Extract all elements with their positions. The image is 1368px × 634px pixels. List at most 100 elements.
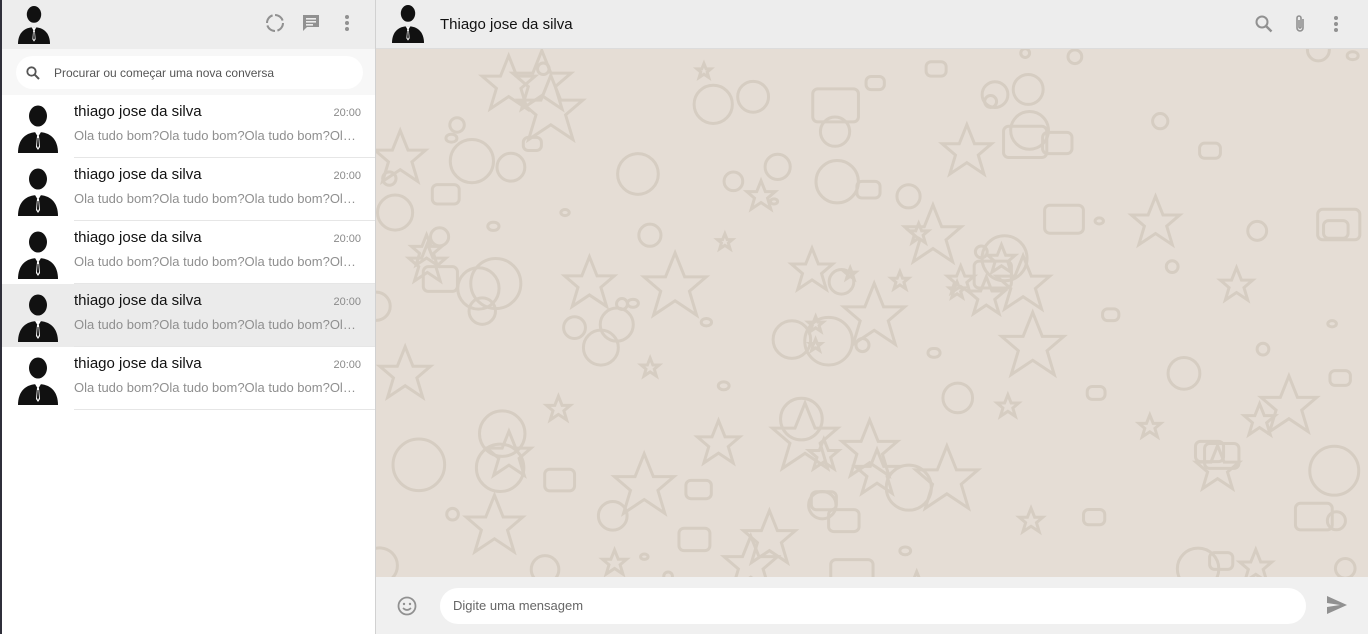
wallpaper-doodle — [391, 437, 447, 493]
wallpaper-doodle — [1345, 50, 1360, 62]
wallpaper-doodle — [855, 179, 882, 200]
wallpaper-doodle — [983, 240, 1020, 276]
wallpaper-doodle — [1043, 203, 1085, 235]
wallpaper-doodle — [814, 159, 860, 205]
wallpaper-doodle — [598, 306, 635, 343]
wallpaper-doodle — [445, 506, 460, 522]
user-avatar[interactable] — [16, 4, 52, 44]
chat-avatar — [16, 103, 60, 153]
wallpaper-doodle — [716, 380, 731, 392]
wallpaper-doodle — [1255, 341, 1271, 357]
wallpaper-doodle — [430, 183, 461, 206]
wallpaper-doodle — [742, 176, 780, 213]
emoji-icon[interactable] — [396, 595, 418, 617]
chat-time: 20:00 — [333, 296, 361, 308]
search-icon — [26, 65, 42, 81]
wallpaper-doodle — [598, 545, 631, 577]
search-box[interactable] — [16, 56, 363, 89]
wallpaper-doodle — [763, 152, 792, 181]
search-icon[interactable] — [1254, 13, 1274, 35]
wallpaper-doodle — [616, 152, 660, 196]
wallpaper-doodle — [1328, 369, 1352, 387]
attach-icon[interactable] — [1290, 13, 1310, 35]
wallpaper-doodle — [542, 392, 575, 424]
contact-avatar[interactable] — [390, 3, 426, 43]
wallpaper-doodle — [662, 570, 674, 577]
wallpaper-doodle — [376, 342, 435, 401]
menu-icon[interactable] — [337, 12, 357, 34]
chat-list-item[interactable]: thiago jose da silva 20:00 Ola tudo bom?… — [2, 221, 375, 284]
wallpaper-doodle — [1305, 49, 1331, 63]
wallpaper-doodle — [887, 267, 913, 293]
chat-list-item[interactable]: thiago jose da silva 20:00 Ola tudo bom?… — [2, 158, 375, 221]
chat-list-item[interactable]: thiago jose da silva 20:00 Ola tudo bom?… — [2, 347, 375, 410]
menu-icon[interactable] — [1326, 13, 1346, 35]
message-composer — [376, 577, 1368, 634]
wallpaper-doodle — [895, 183, 922, 210]
wallpaper-doodle — [997, 308, 1068, 379]
wallpaper-doodle — [938, 120, 996, 178]
wallpaper-doodle — [1134, 410, 1165, 441]
chat-name: thiago jose da silva — [74, 103, 202, 120]
wallpaper-doodle — [559, 208, 571, 218]
wallpaper-doodle — [637, 222, 663, 248]
search-input[interactable] — [54, 65, 353, 80]
wallpaper-doodle — [992, 251, 1054, 313]
contact-name[interactable]: Thiago jose da silva — [440, 16, 573, 33]
status-icon[interactable] — [265, 12, 285, 34]
wallpaper-doodle — [736, 79, 771, 114]
wallpaper-doodle — [1198, 141, 1222, 160]
app-window: thiago jose da silva 20:00 Ola tudo bom?… — [2, 0, 1368, 634]
conversation-header: Thiago jose da silva — [376, 0, 1368, 49]
sidebar-header — [2, 0, 375, 49]
chat-list-item[interactable]: thiago jose da silva 20:00 Ola tudo bom?… — [2, 95, 375, 158]
chat-info: thiago jose da silva 20:00 Ola tudo bom?… — [74, 95, 375, 158]
wallpaper-doodle — [639, 552, 650, 561]
wallpaper-doodle — [1293, 501, 1334, 532]
wallpaper-doodle — [486, 220, 501, 232]
chat-info: thiago jose da silva 20:00 Ola tudo bom?… — [74, 221, 375, 284]
chat-name: thiago jose da silva — [74, 292, 202, 309]
new-chat-icon[interactable] — [301, 12, 321, 34]
wallpaper-doodle — [1257, 371, 1321, 436]
wallpaper-doodle — [898, 545, 913, 557]
wallpaper-doodle — [429, 226, 451, 248]
chat-avatar — [16, 355, 60, 405]
wallpaper-doodle — [462, 491, 527, 556]
wallpaper-doodle — [562, 315, 587, 341]
wallpaper-doodle — [692, 83, 734, 125]
wallpaper-doodle — [699, 316, 714, 328]
conversation-panel: Thiago jose da silva — [376, 0, 1368, 634]
wallpaper-doodle — [1164, 259, 1180, 274]
wallpaper-doodle — [521, 135, 543, 152]
message-input[interactable] — [440, 587, 1306, 624]
chat-info: thiago jose da silva 20:00 Ola tudo bom?… — [74, 347, 375, 410]
wallpaper-doodle — [980, 234, 1029, 283]
wallpaper-doodle — [827, 267, 856, 296]
wallpaper-doodle — [444, 132, 459, 144]
wallpaper-doodle — [1322, 219, 1350, 240]
wallpaper-doodle — [639, 248, 711, 319]
wallpaper-doodle — [529, 554, 561, 577]
chat-name: thiago jose da silva — [74, 229, 202, 246]
chat-time: 20:00 — [333, 359, 361, 371]
wallpaper-doodle — [993, 390, 1023, 420]
chat-preview: Ola tudo bom?Ola tudo bom?Ola tudo bom?O… — [74, 191, 361, 206]
wallpaper-doodle — [407, 230, 446, 269]
wallpaper-doodle — [677, 526, 712, 553]
wallpaper-doodle — [495, 151, 527, 183]
wallpaper-doodle — [1166, 355, 1202, 391]
wallpaper-doodle — [722, 170, 745, 193]
wallpaper-doodle — [543, 467, 577, 493]
wallpaper-doodle — [1326, 319, 1338, 329]
send-icon[interactable] — [1326, 595, 1348, 617]
wallpaper-doodle — [684, 478, 713, 501]
wallpaper-pattern — [376, 49, 1362, 577]
wallpaper-doodle — [719, 532, 782, 577]
chat-list-item[interactable]: thiago jose da silva 20:00 Ola tudo bom?… — [2, 284, 375, 347]
wallpaper-doodle — [1093, 216, 1105, 226]
wallpaper-doodle — [1333, 557, 1357, 577]
wallpaper-doodle — [941, 381, 975, 415]
chat-avatar — [16, 166, 60, 216]
wallpaper-doodle — [1240, 399, 1280, 439]
